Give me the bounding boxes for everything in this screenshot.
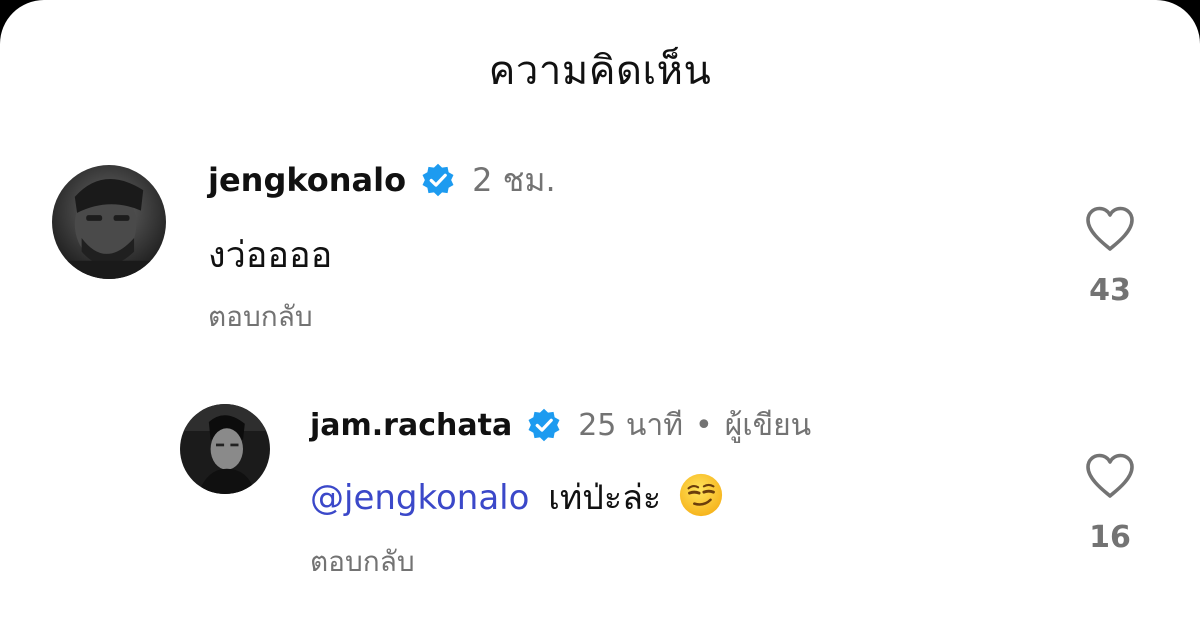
heart-icon <box>1086 206 1134 251</box>
avatar[interactable] <box>52 165 166 279</box>
comment-header: jengkonalo 2 ชม. <box>208 160 556 200</box>
username[interactable]: jengkonalo <box>208 161 406 199</box>
comments-sheet: ความคิดเห็น jengkonalo 2 ชม. งว่ออออ ตอบ… <box>0 0 1200 640</box>
avatar[interactable] <box>180 404 270 494</box>
heart-icon <box>1086 453 1134 498</box>
like-count: 43 <box>1089 273 1131 308</box>
timestamp: 2 ชม. <box>472 160 556 199</box>
timestamp: 25 นาที <box>578 407 684 443</box>
smirking-face-icon <box>678 472 724 527</box>
sheet-title: ความคิดเห็น <box>488 48 712 94</box>
like-button[interactable]: 16 <box>1080 452 1140 555</box>
reply-body-text: เท่ป่ะล่ะ <box>548 478 662 518</box>
verified-badge-icon <box>526 407 562 443</box>
verified-badge-icon <box>420 162 456 198</box>
like-count: 16 <box>1089 520 1131 555</box>
reply-text: @jengkonalo เท่ป่ะล่ะ <box>310 470 724 527</box>
reply-header: jam.rachata 25 นาที • ผู้เขียน <box>310 405 811 445</box>
username[interactable]: jam.rachata <box>310 408 512 443</box>
author-label: ผู้เขียน <box>724 407 812 443</box>
mention-link[interactable]: @jengkonalo <box>310 478 529 518</box>
reply-button[interactable]: ตอบกลับ <box>310 540 415 584</box>
separator-dot: • <box>695 407 713 443</box>
like-button[interactable]: 43 <box>1080 205 1140 308</box>
reply-button[interactable]: ตอบกลับ <box>208 295 313 339</box>
comment-text: งว่ออออ <box>208 235 333 276</box>
